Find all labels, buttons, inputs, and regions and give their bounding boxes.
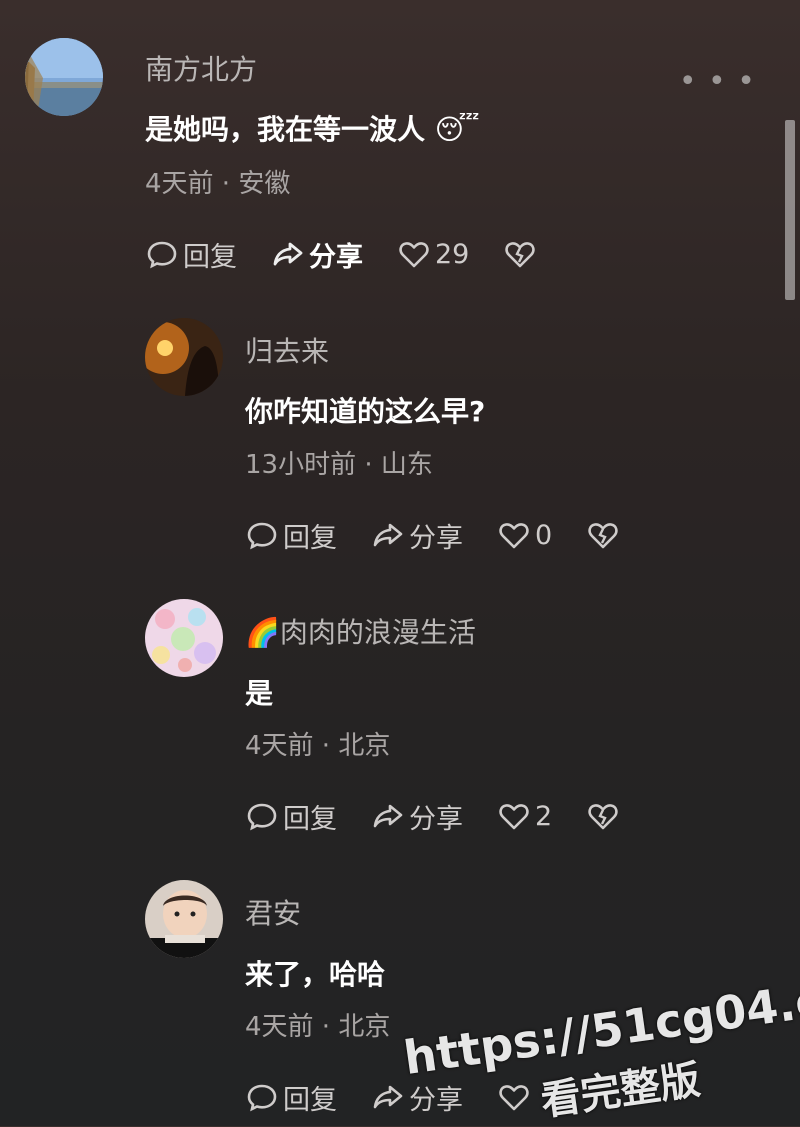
comment-text: 是 bbox=[245, 677, 274, 710]
share-button[interactable]: 分享 bbox=[371, 516, 463, 555]
dislike-button[interactable] bbox=[586, 799, 624, 833]
author-name: 肉肉的浪漫生活 bbox=[279, 616, 476, 649]
comment-meta: 13小时前 · 山东 bbox=[245, 450, 433, 480]
share-button[interactable]: 分享 bbox=[271, 235, 363, 274]
share-label: 分享 bbox=[409, 803, 463, 835]
broken-heart-icon bbox=[505, 242, 536, 268]
comment-actions: 回复 分享 29 bbox=[145, 234, 575, 274]
like-button[interactable] bbox=[497, 1080, 535, 1114]
dislike-button[interactable] bbox=[503, 237, 541, 271]
comment-meta: 4天前 · 北京 bbox=[245, 731, 391, 761]
like-count: 0 bbox=[535, 519, 553, 551]
reply-label: 回复 bbox=[283, 803, 337, 835]
share-arrow-icon bbox=[373, 523, 403, 547]
like-button[interactable]: 29 bbox=[397, 237, 469, 271]
comment-author[interactable]: 归去来 bbox=[245, 330, 329, 370]
reply-bubble-icon bbox=[247, 1084, 277, 1112]
more-options-icon[interactable]: • • • bbox=[679, 64, 756, 99]
comment-author[interactable]: 🌈肉肉的浪漫生活 bbox=[245, 611, 476, 651]
like-count: 29 bbox=[435, 238, 470, 270]
like-button[interactable]: 0 bbox=[497, 518, 552, 552]
sleeping-face-icon: 😴 bbox=[434, 113, 480, 146]
reply-button[interactable]: 回复 bbox=[245, 797, 337, 836]
like-button[interactable]: 2 bbox=[497, 799, 552, 833]
share-arrow-icon bbox=[273, 242, 303, 266]
scrollbar[interactable] bbox=[785, 120, 795, 300]
reply-button[interactable]: 回复 bbox=[145, 235, 237, 274]
broken-heart-icon bbox=[588, 523, 618, 549]
share-label: 分享 bbox=[409, 522, 463, 554]
share-button[interactable]: 分享 bbox=[371, 797, 463, 836]
dislike-button[interactable] bbox=[586, 518, 624, 552]
heart-icon bbox=[499, 523, 529, 549]
rainbow-icon: 🌈 bbox=[245, 616, 280, 649]
reply-label: 回复 bbox=[283, 522, 337, 554]
reply-bubble-icon bbox=[247, 803, 277, 831]
comment-text: 是她吗，我在等一波人 😴 bbox=[145, 108, 480, 148]
avatar[interactable] bbox=[145, 880, 223, 958]
comment-actions: 回复 分享 0 bbox=[245, 515, 658, 555]
broken-heart-icon bbox=[588, 804, 618, 830]
reply-bubble-icon bbox=[147, 241, 177, 269]
comment-meta: 4天前 · 安徽 bbox=[145, 169, 291, 199]
heart-icon bbox=[499, 1085, 529, 1111]
reply-label: 回复 bbox=[283, 1084, 337, 1116]
comment-actions: 回复 分享 2 bbox=[245, 796, 658, 836]
comment-meta: 4天前 · 北京 bbox=[245, 1012, 391, 1042]
heart-icon bbox=[399, 242, 429, 268]
comment-author[interactable]: 南方北方 bbox=[145, 48, 257, 88]
like-count: 2 bbox=[535, 800, 553, 832]
share-arrow-icon bbox=[373, 1085, 403, 1109]
reply-label: 回复 bbox=[183, 241, 237, 273]
comment-text: 你咋知道的这么早? bbox=[245, 395, 486, 428]
heart-icon bbox=[499, 804, 529, 830]
comment-author[interactable]: 君安 bbox=[245, 892, 301, 932]
avatar[interactable] bbox=[145, 599, 223, 677]
reply-button[interactable]: 回复 bbox=[245, 516, 337, 555]
comment-text: 来了，哈哈 bbox=[245, 958, 386, 991]
avatar[interactable] bbox=[145, 318, 223, 396]
avatar[interactable] bbox=[25, 38, 103, 116]
share-label: 分享 bbox=[309, 241, 363, 273]
share-arrow-icon bbox=[373, 804, 403, 828]
reply-bubble-icon bbox=[247, 522, 277, 550]
comment-text-content: 是她吗，我在等一波人 bbox=[145, 113, 426, 146]
reply-button[interactable]: 回复 bbox=[245, 1078, 337, 1117]
